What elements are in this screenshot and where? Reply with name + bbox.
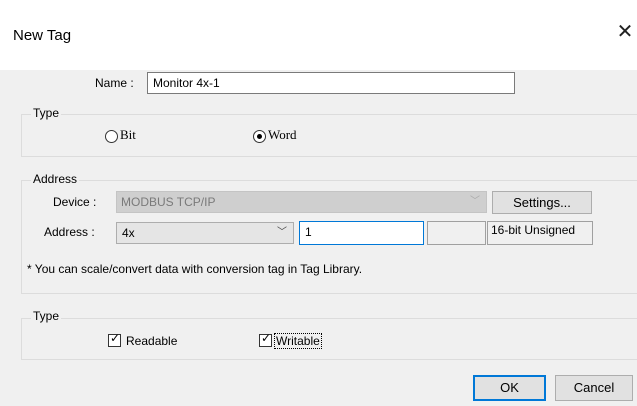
- address-group-title: Address: [31, 172, 80, 186]
- radio-word[interactable]: [253, 130, 266, 143]
- name-input[interactable]: Monitor 4x-1: [147, 72, 515, 94]
- check-icon: ✓: [110, 331, 121, 345]
- cancel-button[interactable]: Cancel: [555, 375, 633, 401]
- radio-bit-label[interactable]: Bit: [120, 127, 136, 143]
- address-type-select[interactable]: 4x ﹀: [116, 222, 294, 244]
- readable-checkbox[interactable]: ✓: [108, 331, 121, 347]
- close-icon[interactable]: ✕: [615, 20, 635, 44]
- address-extra-field: [427, 221, 486, 245]
- address-label: Address :: [44, 225, 95, 239]
- ok-button[interactable]: OK: [473, 375, 546, 401]
- address-type-value: 4x: [122, 226, 135, 240]
- check-icon: ✓: [261, 331, 272, 345]
- radio-word-label[interactable]: Word: [268, 127, 297, 143]
- device-select: MODBUS TCP/IP ﹀: [116, 191, 487, 213]
- device-label: Device :: [53, 195, 97, 209]
- data-format-field: 16-bit Unsigned: [487, 221, 593, 245]
- conversion-note: * You can scale/convert data with conver…: [27, 262, 363, 276]
- readable-label[interactable]: Readable: [126, 334, 177, 348]
- settings-button[interactable]: Settings...: [492, 191, 592, 214]
- title-bar: [0, 0, 637, 70]
- radio-selected-dot: [257, 134, 262, 139]
- writable-label[interactable]: Writable: [274, 333, 322, 349]
- writable-checkbox[interactable]: ✓: [259, 331, 272, 347]
- name-label: Name :: [95, 76, 134, 90]
- chevron-down-icon: ﹀: [470, 196, 480, 207]
- window-title: New Tag: [13, 27, 72, 44]
- type-group-title: Type: [31, 106, 62, 120]
- chevron-down-icon[interactable]: ﹀: [277, 223, 287, 243]
- device-select-value: MODBUS TCP/IP: [121, 195, 216, 209]
- radio-bit[interactable]: [105, 130, 118, 143]
- address-input[interactable]: 1: [299, 221, 424, 245]
- access-group-title: Type: [31, 309, 62, 323]
